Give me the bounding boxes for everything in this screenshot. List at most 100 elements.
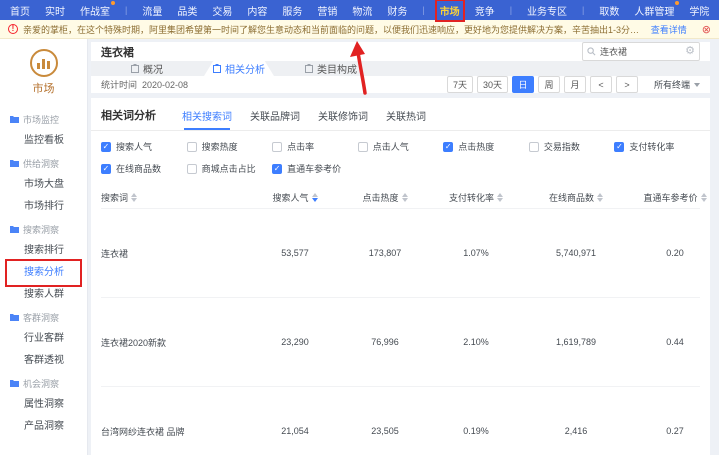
- sort-icon[interactable]: [131, 193, 137, 202]
- nav-item-流量[interactable]: 流量: [142, 3, 162, 18]
- nav-item-物流[interactable]: 物流: [352, 3, 372, 18]
- sidebar-group-机会洞察: 机会洞察: [0, 372, 87, 394]
- sidebar-item-监控看板[interactable]: 监控看板: [0, 130, 87, 152]
- main-panel: 连衣裙 ⚙ 概况 相关分析 类目构成 统计时间 2020-02-08: [91, 42, 710, 455]
- column-header-搜索人气[interactable]: 搜索人气: [249, 191, 341, 204]
- notice-detail-link[interactable]: 查看详情: [651, 23, 687, 36]
- column-header-支付转化率[interactable]: 支付转化率: [429, 191, 523, 204]
- stats-label: 统计时间: [101, 78, 137, 91]
- nav-item-首页[interactable]: 首页: [10, 3, 30, 18]
- filter-交易指数[interactable]: 交易指数: [529, 140, 615, 153]
- checkbox-icon[interactable]: ✓: [443, 142, 453, 152]
- word-tab-关联热词[interactable]: 关联热词: [386, 108, 426, 130]
- keyword-cell: 台湾网纱连衣裙 品牌: [101, 425, 249, 438]
- filter-直通车参考价[interactable]: ✓ 直通车参考价: [272, 162, 358, 175]
- market-chart-icon: [30, 49, 58, 77]
- keyword-cell: 连衣裙2020新款: [101, 336, 249, 349]
- sidebar-item-客群透视[interactable]: 客群透视: [0, 350, 87, 372]
- table-row: 台湾网纱连衣裙 品牌 21,054 23,505 0.19% 2,416 0.2…: [101, 386, 700, 455]
- sidebar-item-搜索分析[interactable]: 搜索分析: [0, 262, 87, 284]
- column-header-直通车参考价[interactable]: 直通车参考价: [629, 191, 710, 204]
- search-input[interactable]: [600, 47, 681, 57]
- sidebar-item-产品洞察[interactable]: 产品洞察: [0, 416, 87, 438]
- checkbox-icon[interactable]: ✓: [101, 142, 111, 152]
- table-row: 连衣裙2020新款 23,290 76,996 2.10% 1,619,789 …: [101, 297, 700, 386]
- sidebar-item-市场排行[interactable]: 市场排行: [0, 196, 87, 218]
- sidebar-group-客群洞察: 客群洞察: [0, 306, 87, 328]
- nav-item-业务专区[interactable]: 业务专区: [527, 3, 567, 18]
- sort-icon[interactable]: [597, 193, 603, 202]
- terminal-dropdown[interactable]: 所有终端: [654, 78, 700, 91]
- word-tab-关联修饰词[interactable]: 关联修饰词: [318, 108, 368, 130]
- column-header-在线商品数[interactable]: 在线商品数: [523, 191, 629, 204]
- sidebar-item-属性洞察[interactable]: 属性洞察: [0, 394, 87, 416]
- checkbox-icon[interactable]: ✓: [272, 164, 282, 174]
- clipboard-icon: [213, 64, 221, 73]
- sort-icon[interactable]: [312, 193, 318, 202]
- word-tabs: 相关搜索词关联品牌词关联修饰词关联热词: [182, 108, 426, 122]
- table-header: 搜索词 搜索人气 点击热度 支付转化率 在线商品数 直通车参考价 操作: [101, 184, 700, 208]
- column-header-点击热度[interactable]: 点击热度: [341, 191, 429, 204]
- nav-item-内容[interactable]: 内容: [247, 3, 267, 18]
- sort-icon[interactable]: [701, 193, 707, 202]
- chevron-down-icon: [694, 83, 700, 87]
- nav-item-竞争[interactable]: 竞争: [475, 3, 495, 18]
- range-button-周[interactable]: 周: [538, 76, 560, 93]
- next-page-button[interactable]: >: [616, 76, 638, 93]
- range-button-月[interactable]: 月: [564, 76, 586, 93]
- sidebar-item-行业客群[interactable]: 行业客群: [0, 328, 87, 350]
- nav-item-交易[interactable]: 交易: [212, 3, 232, 18]
- sidebar-item-市场大盘[interactable]: 市场大盘: [0, 174, 87, 196]
- filter-搜索人气[interactable]: ✓ 搜索人气: [101, 140, 187, 153]
- filter-支付转化率[interactable]: ✓ 支付转化率: [614, 140, 700, 153]
- checkbox-icon[interactable]: [529, 142, 539, 152]
- checkbox-icon[interactable]: ✓: [101, 164, 111, 174]
- page-tabs: 概况 相关分析 类目构成: [91, 61, 710, 76]
- sort-icon[interactable]: [402, 193, 408, 202]
- nav-item-作战室[interactable]: 作战室: [80, 3, 110, 18]
- nav-item-人群管理[interactable]: 人群管理: [634, 3, 674, 18]
- filter-点击率[interactable]: 点击率: [272, 140, 358, 153]
- tab-相关分析[interactable]: 相关分析: [193, 61, 285, 76]
- nav-item-学院[interactable]: 学院: [689, 3, 709, 18]
- screen: 首页实时作战室|流量品类交易内容服务营销物流财务|市场竞争|业务专区|取数人群管…: [0, 0, 719, 455]
- gear-icon[interactable]: ⚙: [685, 46, 695, 57]
- range-button-30天[interactable]: 30天: [477, 76, 508, 93]
- folder-icon: [10, 159, 19, 167]
- sidebar-item-搜索人群[interactable]: 搜索人群: [0, 284, 87, 306]
- checkbox-icon[interactable]: [358, 142, 368, 152]
- tab-类目构成[interactable]: 类目构成: [285, 61, 377, 76]
- metric-filters: ✓ 搜索人气 搜索热度 点击率 点击人气 ✓ 点击热度 交易指数 ✓ 支付转化率…: [91, 131, 710, 184]
- notice-close-icon[interactable]: ⊗: [702, 23, 711, 36]
- checkbox-icon[interactable]: [187, 164, 197, 174]
- nav-item-实时[interactable]: 实时: [45, 3, 65, 18]
- filter-在线商品数[interactable]: ✓ 在线商品数: [101, 162, 187, 175]
- filter-点击人气[interactable]: 点击人气: [358, 140, 444, 153]
- word-tab-相关搜索词[interactable]: 相关搜索词: [182, 108, 232, 130]
- prev-page-button[interactable]: <: [590, 76, 612, 93]
- column-header-搜索词[interactable]: 搜索词: [101, 191, 249, 204]
- nav-item-营销[interactable]: 营销: [317, 3, 337, 18]
- nav-item-服务[interactable]: 服务: [282, 3, 302, 18]
- sidebar-menu: 市场监控 监控看板 供给洞察 市场大盘市场排行 搜索洞察 搜索排行搜索分析搜索人…: [0, 108, 87, 438]
- nav-item-财务[interactable]: 财务: [387, 3, 407, 18]
- notice-text: 亲爱的掌柜，在这个特殊时期，阿里集团希望第一时间了解您生意动态和当前面临的问题，…: [23, 23, 646, 36]
- word-tab-关联品牌词[interactable]: 关联品牌词: [250, 108, 300, 130]
- info-icon: !: [8, 24, 18, 34]
- nav-item-品类[interactable]: 品类: [177, 3, 197, 18]
- sort-icon[interactable]: [497, 193, 503, 202]
- filter-搜索热度[interactable]: 搜索热度: [187, 140, 273, 153]
- checkbox-icon[interactable]: ✓: [614, 142, 624, 152]
- checkbox-icon[interactable]: [272, 142, 282, 152]
- tab-概况[interactable]: 概况: [101, 61, 193, 76]
- sidebar: 市场 市场监控 监控看板 供给洞察 市场大盘市场排行 搜索洞察 搜索排行搜索分析…: [0, 39, 88, 455]
- keyword-searchbox[interactable]: ⚙: [582, 42, 700, 61]
- range-button-日[interactable]: 日: [512, 76, 534, 93]
- filter-点击热度[interactable]: ✓ 点击热度: [443, 140, 529, 153]
- nav-item-市场[interactable]: 市场: [440, 3, 460, 18]
- checkbox-icon[interactable]: [187, 142, 197, 152]
- filter-商城点击占比[interactable]: 商城点击占比: [187, 162, 273, 175]
- range-button-7天[interactable]: 7天: [447, 76, 473, 93]
- stats-date: 2020-02-08: [142, 80, 188, 90]
- nav-item-取数[interactable]: 取数: [599, 3, 619, 18]
